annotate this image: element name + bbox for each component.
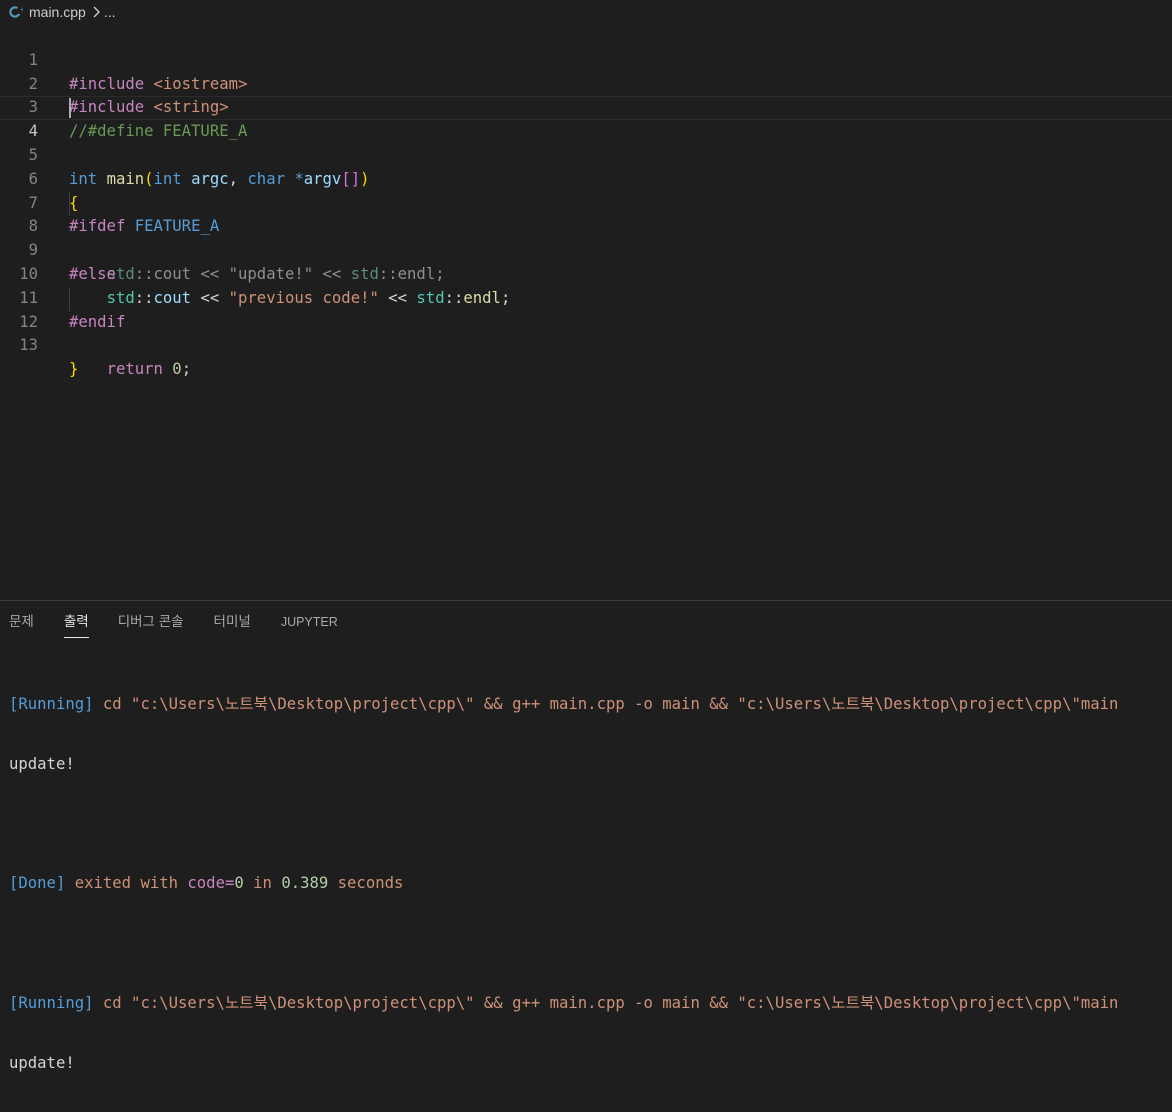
line-number: 13	[19, 336, 38, 355]
running-tag: [Running]	[9, 993, 94, 1012]
code-line: 10 std::cout << "previous code!" << std:…	[0, 239, 1172, 307]
bottom-panel: 문제 출력 디버그 콘솔 터미널 JUPYTER [Running] cd "c…	[0, 600, 1172, 1072]
done-tag: [Done]	[9, 874, 66, 893]
output-line: update!	[9, 1053, 75, 1072]
svg-text:+: +	[20, 7, 24, 14]
run-command: cd "c:\Users\노트북\Desktop\project\cpp\" &…	[102, 695, 1119, 713]
indent-guide	[69, 286, 70, 311]
output-line: [Running] cd "c:\Users\노트북\Desktop\proje…	[9, 992, 1118, 1016]
code-value: 0	[234, 874, 244, 893]
panel-tabs: 문제 출력 디버그 콘솔 터미널 JUPYTER	[0, 601, 1172, 643]
code-line: 11 #endif	[0, 263, 1172, 331]
output-blank-line	[9, 932, 1118, 956]
tab-problems[interactable]: 문제	[9, 601, 34, 643]
breadcrumb-more[interactable]: ...	[104, 4, 116, 20]
tab-terminal[interactable]: 터미널	[214, 601, 251, 643]
seconds-text: seconds	[337, 874, 404, 893]
output-line: update!	[9, 754, 75, 773]
code-line-current: 4	[0, 96, 1172, 140]
chevron-right-icon	[92, 6, 100, 18]
token-number: 0	[172, 360, 182, 379]
code-line: 2 #include <string>	[0, 49, 1172, 117]
running-tag: [Running]	[9, 695, 94, 713]
code-label: code=	[187, 874, 235, 893]
output-line: [Running] cd "c:\Users\노트북\Desktop\proje…	[9, 693, 1118, 717]
text-cursor	[69, 98, 71, 119]
tab-jupyter[interactable]: JUPYTER	[281, 601, 338, 643]
tab-output[interactable]: 출력	[63, 601, 89, 643]
code-line: 7 #ifdef FEATURE_A	[0, 168, 1172, 236]
code-line: 8 std::cout << "update!" << std::endl;	[0, 191, 1172, 283]
output-log[interactable]: [Running] cd "c:\Users\노트북\Desktop\proje…	[9, 657, 1118, 1112]
code-line: 6 {	[0, 144, 1172, 212]
output-line: [Done] exited with code=0 in 0.389 secon…	[9, 872, 1118, 896]
output-blank-line	[9, 813, 1118, 837]
indent-guide	[69, 191, 70, 216]
code-line: 1 #include <iostream>	[0, 25, 1172, 93]
code-line: 13 }	[0, 311, 1172, 378]
tab-debug-console[interactable]: 디버그 콘솔	[118, 601, 184, 643]
time-value: 0.389	[281, 874, 329, 893]
cpp-file-icon: +	[9, 5, 23, 19]
code-editor[interactable]: 1 #include <iostream> 2 #include <string…	[0, 25, 1172, 600]
run-command: cd "c:\Users\노트북\Desktop\project\cpp\" &…	[102, 993, 1119, 1012]
breadcrumb-file[interactable]: main.cpp	[29, 4, 86, 20]
exited-text: exited with	[74, 874, 179, 893]
code-line: 3 //#define FEATURE_A	[0, 73, 1172, 140]
code-line: 12 return 0;	[0, 286, 1172, 378]
token-brace: }	[69, 360, 79, 379]
in-text: in	[253, 874, 272, 893]
breadcrumb: + main.cpp ...	[0, 0, 1172, 24]
code-line: 5 int main(int argc, char *argv[])	[0, 120, 1172, 188]
token-keyword: return	[106, 360, 163, 379]
token-punct: ;	[181, 360, 192, 379]
code-line: 9 #else	[0, 215, 1172, 283]
